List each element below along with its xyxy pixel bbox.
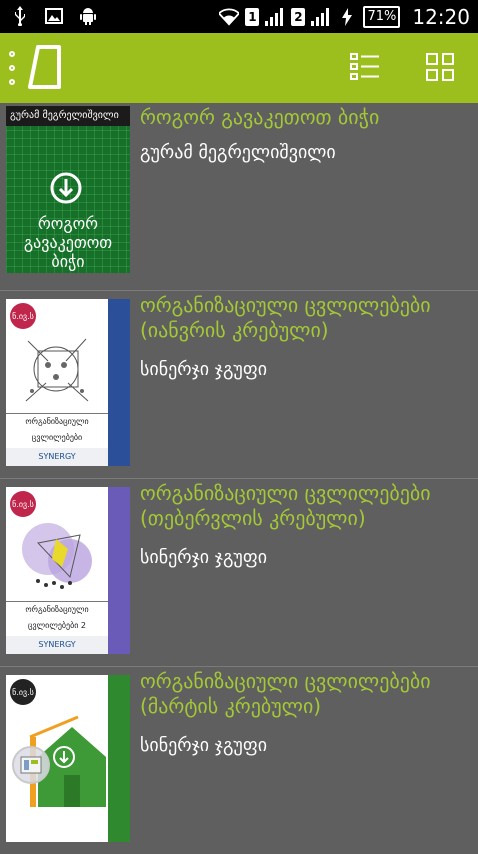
- book-cover: გურამ მეგრელიშვილი როგორ გავაკეთოთ ბიჭი: [6, 106, 130, 273]
- cover-logo: SYNERGY: [6, 448, 108, 466]
- list-item[interactable]: გურამ მეგრელიშვილი როგორ გავაკეთოთ ბიჭი …: [0, 103, 478, 291]
- app-bar: [0, 33, 478, 103]
- book-title[interactable]: ორგანიზაციული ცვლილებები (იანვრის კრებულ…: [140, 293, 470, 343]
- cover-title: როგორ გავაკეთოთ ბიჭი: [23, 214, 113, 271]
- book-title[interactable]: ორგანიზაციული ცვლილებები (თებერვლის კრებ…: [140, 481, 470, 531]
- image-icon: [44, 6, 64, 26]
- book-author: სინერჯი ჯგუფი: [140, 735, 268, 756]
- book-title[interactable]: ორგანიზაციული ცვლილებები (მარტის კრებული…: [140, 669, 470, 719]
- fast-scroll-thumb[interactable]: [12, 746, 50, 784]
- battery-indicator: 71%: [363, 6, 401, 28]
- list-item[interactable]: ნ.ივ.ს ორგანიზაციული ცვლილებები 2 SYNERG…: [0, 479, 478, 667]
- usb-icon: [10, 6, 30, 26]
- charging-icon: [337, 7, 357, 27]
- cover-subtitle: ორგანიზაციული ცვლილებები 2: [6, 601, 108, 636]
- grid-view-icon[interactable]: [425, 52, 455, 86]
- book-title[interactable]: როგორ გავაკეთოთ ბიჭი: [140, 105, 470, 130]
- app-logo-icon[interactable]: [26, 43, 62, 95]
- overflow-menu-icon[interactable]: [6, 51, 18, 85]
- list-item[interactable]: ნ.ივ.ს ორგანიზაციული ცვლილებები (მარტის …: [0, 667, 478, 854]
- status-time: 12:20: [412, 5, 470, 29]
- cover-logo: SYNERGY: [6, 636, 108, 654]
- cover-author-band: გურამ მეგრელიშვილი: [6, 106, 130, 126]
- list-item[interactable]: ნ.ივ.ს ორგანიზაციული ცვლილებები SYNERGY …: [0, 291, 478, 479]
- book-cover: ნ.ივ.ს ორგანიზაციული ცვლილებები SYNERGY: [6, 299, 130, 466]
- status-bar: 1 2 71% 12:20: [0, 0, 478, 33]
- android-icon: [78, 6, 98, 26]
- book-author: გურამ მეგრელიშვილი: [140, 142, 336, 163]
- thumbnail-icon: [20, 756, 42, 774]
- book-cover: ნ.ივ.ს ორგანიზაციული ცვლილებები 2 SYNERG…: [6, 487, 130, 654]
- book-author: სინერჯი ჯგუფი: [140, 359, 268, 380]
- signal-icon: [265, 7, 285, 27]
- list-view-icon[interactable]: [350, 52, 380, 86]
- book-author: სინერჯი ჯგუფი: [140, 547, 268, 568]
- book-list: გურამ მეგრელიშვილი როგორ გავაკეთოთ ბიჭი …: [0, 103, 478, 854]
- cover-subtitle: ორგანიზაციული ცვლილებები: [6, 413, 108, 448]
- sim2-badge: 2: [291, 8, 306, 26]
- wifi-icon: [219, 7, 240, 27]
- sim1-badge: 1: [245, 8, 260, 26]
- signal-icon: [311, 7, 331, 27]
